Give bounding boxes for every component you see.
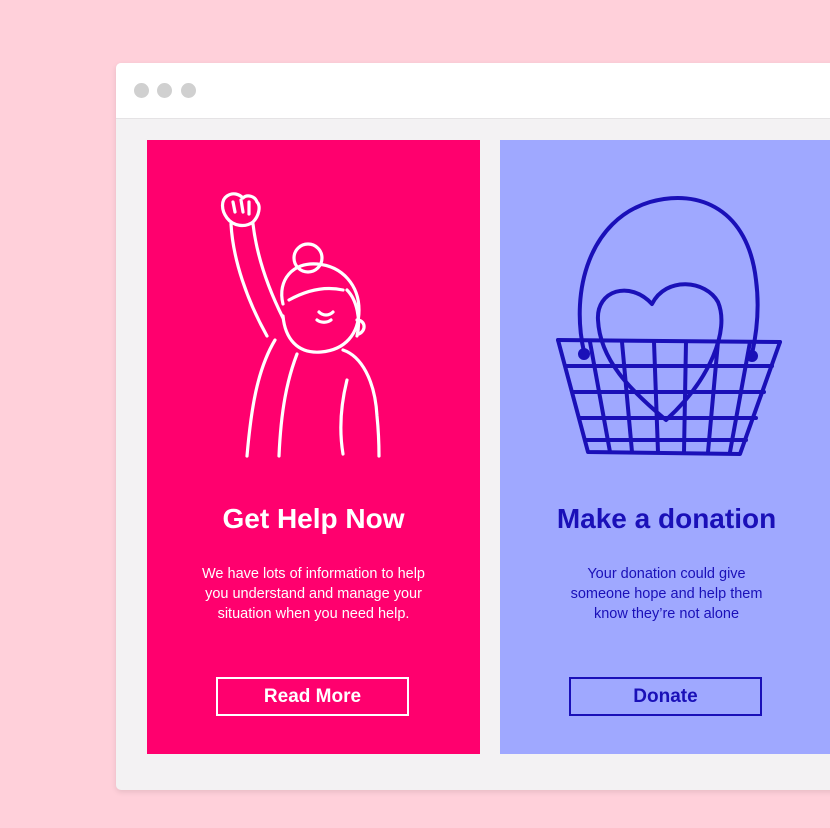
window-dot-close[interactable] [134, 83, 149, 98]
heart-basket-icon [556, 196, 782, 456]
donation-card: Make a donation Your donation could give… [500, 140, 830, 754]
get-help-card: Get Help Now We have lots of information… [147, 140, 480, 754]
window-dot-minimize[interactable] [157, 83, 172, 98]
card-title: Make a donation [556, 503, 777, 534]
card-description-line: know they’re not alone [593, 606, 740, 622]
window-dot-maximize[interactable] [181, 83, 196, 98]
card-description: Your donation could give someone hope an… [500, 564, 830, 624]
card-description-line: situation when you need help. [217, 606, 410, 622]
browser-window: Get Help Now We have lots of information… [116, 63, 830, 790]
card-description-line: someone hope and help them [570, 586, 763, 602]
donate-button[interactable]: Donate [569, 677, 762, 716]
card-description-line: We have lots of information to help [202, 566, 425, 582]
read-more-button[interactable]: Read More [216, 677, 409, 716]
window-titlebar [116, 63, 830, 119]
card-description: We have lots of information to help you … [147, 564, 480, 624]
raised-fist-person-icon [220, 192, 381, 458]
card-description-line: Your donation could give [587, 566, 746, 582]
card-description-line: you understand and manage your [205, 586, 422, 602]
card-title: Get Help Now [222, 503, 405, 534]
